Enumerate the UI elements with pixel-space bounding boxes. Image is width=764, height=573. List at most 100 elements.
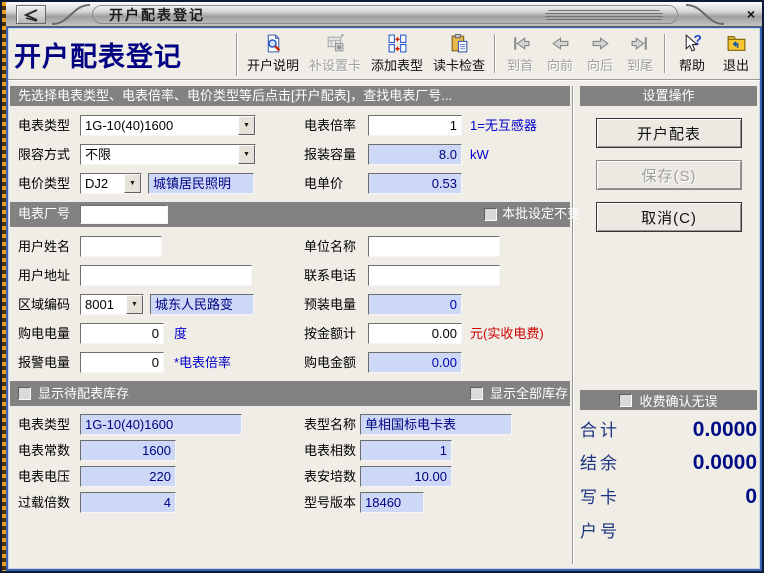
chevron-down-icon[interactable]: ▼ bbox=[126, 295, 143, 314]
factory-no-input[interactable] bbox=[81, 206, 167, 223]
model-version-field: 18460 bbox=[360, 492, 424, 513]
fee-confirm-checkbox[interactable] bbox=[619, 394, 632, 407]
limit-mode-dropdown[interactable]: 不限 ▼ bbox=[80, 144, 256, 165]
meter-const-label: 电表常数 bbox=[18, 440, 70, 461]
exit-button[interactable]: 退出 bbox=[714, 31, 758, 78]
org-name-input[interactable] bbox=[369, 237, 499, 256]
org-name-label: 单位名称 bbox=[304, 236, 356, 257]
by-amount-field-wrap bbox=[368, 323, 462, 344]
price-type-dropdown[interactable]: DJ2 ▼ bbox=[80, 173, 142, 194]
toolbar-button-label: 开户说明 bbox=[247, 55, 299, 74]
toolbar-group-separator bbox=[664, 34, 666, 73]
capacity-unit: kW bbox=[470, 144, 489, 165]
instruction-bar: 先选择电表类型、电表倍率、电价类型等后点击[开户配表]，查找电表厂号... bbox=[10, 86, 570, 106]
price-type-value: DJ2 bbox=[81, 174, 124, 193]
toolbar-button-label: 帮助 bbox=[679, 55, 705, 74]
go-first-button[interactable]: 到首 bbox=[500, 31, 540, 78]
write-card-value: 0 bbox=[745, 485, 757, 509]
total-label: 合计 bbox=[580, 416, 620, 441]
titlebar-stripes bbox=[545, 10, 663, 21]
go-last-button[interactable]: 到尾 bbox=[620, 31, 660, 78]
page-title: 开户配表登记 bbox=[14, 35, 182, 74]
price-type-desc-field: 城镇居民照明 bbox=[148, 173, 254, 194]
show-all-stock-checkbox[interactable] bbox=[470, 387, 483, 400]
document-search-icon bbox=[263, 32, 284, 55]
show-pending-stock-checkbox[interactable] bbox=[18, 387, 31, 400]
alarm-energy-label: 报警电量 bbox=[18, 352, 70, 373]
batch-fixed-checkbox[interactable] bbox=[484, 208, 497, 221]
help-button[interactable]: ? 帮助 bbox=[670, 31, 714, 78]
total-row: 合计 0.0000 bbox=[580, 416, 757, 448]
next-arrow-icon bbox=[590, 32, 611, 55]
area-code-dropdown[interactable]: 8001 ▼ bbox=[80, 294, 144, 315]
help-cursor-icon: ? bbox=[682, 32, 703, 55]
titlebar[interactable]: 开户配表登记 × bbox=[6, 2, 762, 27]
show-pending-stock-label: 显示待配表库存 bbox=[38, 381, 129, 406]
limit-mode-label: 限容方式 bbox=[18, 144, 70, 165]
alarm-energy-field-wrap bbox=[80, 352, 164, 373]
toolbar-button-label: 退出 bbox=[723, 55, 749, 74]
total-value: 0.0000 bbox=[693, 418, 757, 442]
unit-price-field: 0.53 bbox=[368, 173, 462, 194]
window-edge-decoration bbox=[2, 2, 6, 571]
meter-type-value: 1G-10(40)1600 bbox=[81, 116, 238, 135]
ampere-field: 10.00 bbox=[360, 466, 452, 487]
buy-amount-label: 购电金额 bbox=[304, 352, 356, 373]
exit-folder-icon bbox=[726, 32, 747, 55]
model-version-label: 型号版本 bbox=[304, 492, 356, 513]
alarm-energy-input[interactable] bbox=[81, 353, 163, 372]
toolbar-button-label: 添加表型 bbox=[371, 55, 423, 74]
last-arrow-icon bbox=[630, 32, 651, 55]
svg-text:?: ? bbox=[693, 33, 701, 48]
chevron-down-icon[interactable]: ▼ bbox=[124, 174, 141, 193]
read-card-check-button[interactable]: 读卡检查 bbox=[428, 31, 490, 78]
overload-field: 4 bbox=[80, 492, 176, 513]
phone-label: 联系电话 bbox=[304, 265, 356, 286]
toolbar-separator bbox=[236, 33, 238, 76]
account-no-label: 户号 bbox=[580, 517, 620, 542]
open-account-info-button[interactable]: 开户说明 bbox=[242, 31, 304, 78]
meter-type-dropdown[interactable]: 1G-10(40)1600 ▼ bbox=[80, 115, 256, 136]
cancel-button[interactable]: 取消(C) bbox=[596, 202, 742, 232]
chevron-down-icon[interactable]: ▼ bbox=[238, 145, 255, 164]
close-icon[interactable]: × bbox=[742, 6, 760, 23]
toolbar-button-label: 补设置卡 bbox=[309, 55, 361, 74]
first-arrow-icon bbox=[510, 32, 531, 55]
go-prev-button[interactable]: 向前 bbox=[540, 31, 580, 78]
model-name-label: 表型名称 bbox=[304, 414, 356, 435]
buy-energy-input[interactable] bbox=[81, 324, 163, 343]
balance-value: 0.0000 bbox=[693, 451, 757, 475]
settings-header: 设置操作 bbox=[580, 86, 757, 106]
factory-no-field-wrap bbox=[80, 205, 168, 224]
address-input[interactable] bbox=[81, 266, 251, 285]
overload-label: 过载倍数 bbox=[18, 492, 70, 513]
meter-ratio-input[interactable] bbox=[369, 116, 461, 135]
save-button[interactable]: 保存(S) bbox=[596, 160, 742, 190]
supplement-card-button[interactable]: 补设置卡 bbox=[304, 31, 366, 78]
meter-type-label: 电表类型 bbox=[18, 115, 70, 136]
toolbar: 开户说明 补设置卡 bbox=[242, 31, 758, 78]
buy-amount-field: 0.00 bbox=[368, 352, 462, 373]
assign-meter-button[interactable]: 开户配表 bbox=[596, 118, 742, 148]
titlebar-pill: 开户配表登记 bbox=[92, 5, 678, 24]
add-meter-type-button[interactable]: 添加表型 bbox=[366, 31, 428, 78]
by-amount-input[interactable] bbox=[369, 324, 461, 343]
chevron-down-icon[interactable]: ▼ bbox=[238, 116, 255, 135]
by-amount-label: 按金额计 bbox=[304, 323, 356, 344]
user-name-field-wrap bbox=[80, 236, 162, 257]
org-name-field-wrap bbox=[368, 236, 500, 257]
area-code-value: 8001 bbox=[81, 295, 126, 314]
user-name-input[interactable] bbox=[81, 237, 161, 256]
go-next-button[interactable]: 向后 bbox=[580, 31, 620, 78]
ampere-label: 表安培数 bbox=[304, 466, 356, 487]
phone-input[interactable] bbox=[369, 266, 499, 285]
toolbar-button-label: 到首 bbox=[507, 55, 533, 74]
factory-no-label: 电表厂号 bbox=[18, 202, 70, 226]
preset-energy-label: 预装电量 bbox=[304, 294, 356, 315]
capacity-label: 报装容量 bbox=[304, 144, 356, 165]
toolbar-divider bbox=[8, 79, 760, 81]
buy-energy-field-wrap bbox=[80, 323, 164, 344]
address-label: 用户地址 bbox=[18, 265, 70, 286]
by-amount-hint: 元(实收电费) bbox=[470, 323, 544, 344]
unit-price-label: 电单价 bbox=[304, 173, 343, 194]
